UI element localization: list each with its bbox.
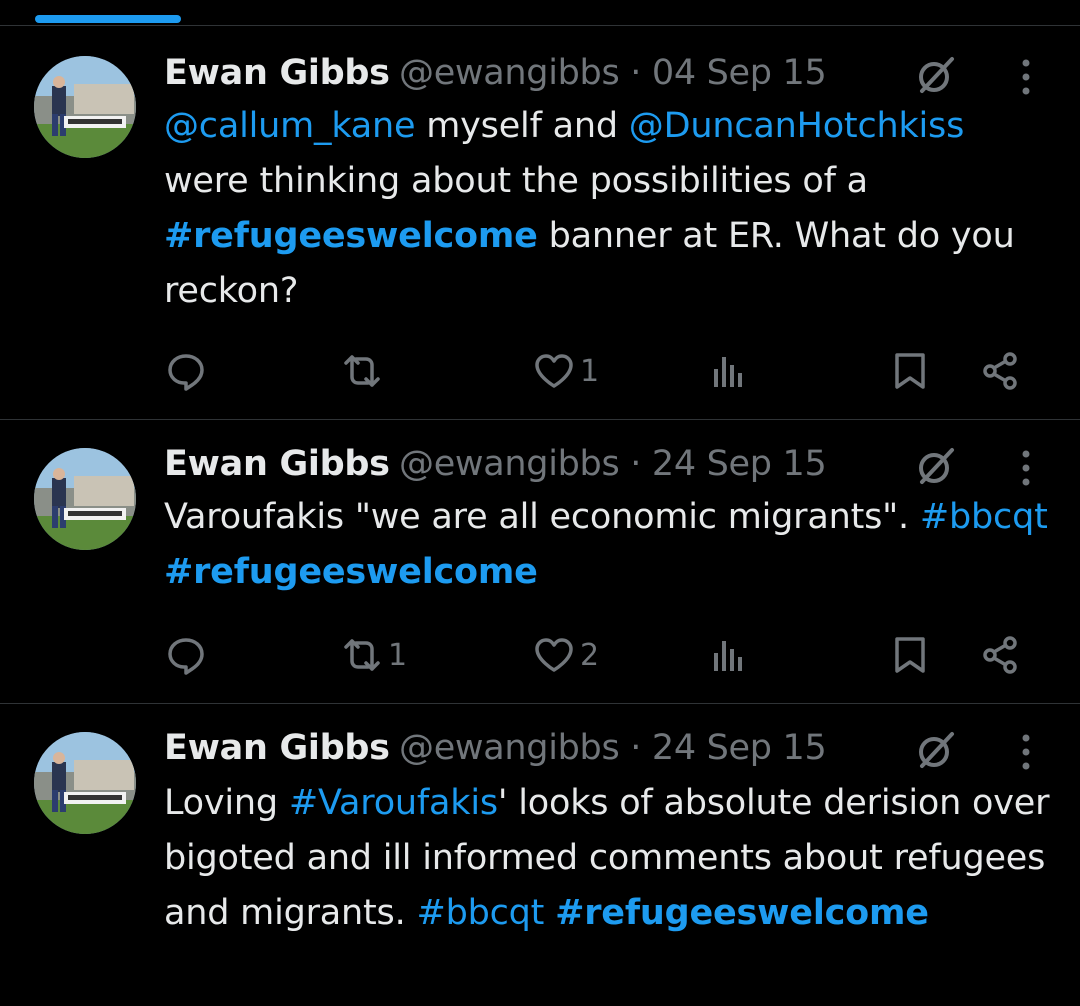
avatar[interactable] — [34, 732, 136, 834]
retweet-icon — [340, 349, 384, 393]
hashtag-link[interactable]: #bbcqt — [920, 497, 1048, 537]
active-tab-indicator — [35, 15, 181, 23]
hashtag-link[interactable]: #refugeeswelcome — [555, 893, 929, 933]
hashtag-link[interactable]: #bbcqt — [416, 893, 544, 933]
avatar[interactable] — [34, 448, 136, 550]
reply-icon — [164, 349, 208, 393]
share-button[interactable] — [978, 346, 1022, 396]
tweet-text-segment: were thinking about the possibilities of… — [164, 161, 868, 201]
grok-icon[interactable] — [914, 728, 958, 772]
tweet-actions: 1 — [164, 346, 1040, 396]
bookmark-icon — [888, 633, 932, 677]
author-handle-timestamp[interactable]: @ewangibbs · 24 Sep 15 — [399, 728, 827, 768]
bookmark-icon — [888, 349, 932, 393]
share-icon — [978, 633, 1022, 677]
hashtag-link[interactable]: #refugeeswelcome — [164, 216, 538, 256]
tweet-text-segment: myself and — [415, 106, 629, 146]
hashtag-link[interactable]: #refugeeswelcome — [164, 552, 538, 592]
heart-icon — [532, 633, 576, 677]
tweet-text: Loving #Varoufakis' looks of absolute de… — [164, 776, 1050, 941]
tweet[interactable]: Ewan Gibbs @ewangibbs · 24 Sep 15 Loving… — [0, 704, 1080, 1006]
tweet[interactable]: Ewan Gibbs @ewangibbs · 04 Sep 15 @callu… — [0, 26, 1080, 420]
retweet-button[interactable]: 1 — [340, 630, 407, 680]
like-button[interactable]: 2 — [532, 630, 599, 680]
like-count: 1 — [580, 353, 600, 389]
more-icon[interactable] — [1020, 450, 1032, 486]
author-name[interactable]: Ewan Gibbs — [164, 728, 390, 768]
bookmark-button[interactable] — [888, 346, 932, 396]
grok-icon[interactable] — [914, 53, 958, 97]
tweet-text-segment — [544, 893, 555, 933]
like-count: 2 — [580, 637, 600, 673]
retweet-icon — [340, 633, 384, 677]
retweet-count: 1 — [388, 637, 408, 673]
heart-icon — [532, 349, 576, 393]
views-button[interactable] — [708, 346, 752, 396]
views-icon — [708, 633, 752, 677]
avatar[interactable] — [34, 56, 136, 158]
author-name[interactable]: Ewan Gibbs — [164, 53, 390, 93]
tweet-text: @callum_kane myself and @DuncanHotchkiss… — [164, 99, 1050, 319]
author-handle-timestamp[interactable]: @ewangibbs · 04 Sep 15 — [399, 53, 827, 93]
author-handle-timestamp[interactable]: @ewangibbs · 24 Sep 15 — [399, 444, 827, 484]
retweet-button[interactable] — [340, 346, 388, 396]
mention-link[interactable]: @DuncanHotchkiss — [629, 106, 965, 146]
tweet-text-segment: Varoufakis "we are all economic migrants… — [164, 497, 920, 537]
like-button[interactable]: 1 — [532, 346, 599, 396]
author-name[interactable]: Ewan Gibbs — [164, 444, 390, 484]
tweet-text-segment: Loving — [164, 783, 289, 823]
tweet-text: Varoufakis "we are all economic migrants… — [164, 490, 1050, 600]
bookmark-button[interactable] — [888, 630, 932, 680]
hashtag-link[interactable]: #Varoufakis — [289, 783, 498, 823]
share-icon — [978, 349, 1022, 393]
share-button[interactable] — [978, 630, 1022, 680]
views-button[interactable] — [708, 630, 752, 680]
grok-icon[interactable] — [914, 444, 958, 488]
tweet[interactable]: Ewan Gibbs @ewangibbs · 24 Sep 15 Varouf… — [0, 420, 1080, 704]
more-icon[interactable] — [1020, 734, 1032, 770]
views-icon — [708, 349, 752, 393]
tweet-actions: 1 2 — [164, 630, 1040, 680]
reply-button[interactable] — [164, 630, 212, 680]
reply-icon — [164, 633, 208, 677]
more-icon[interactable] — [1020, 59, 1032, 95]
mention-link[interactable]: @callum_kane — [164, 106, 416, 146]
reply-button[interactable] — [164, 346, 212, 396]
